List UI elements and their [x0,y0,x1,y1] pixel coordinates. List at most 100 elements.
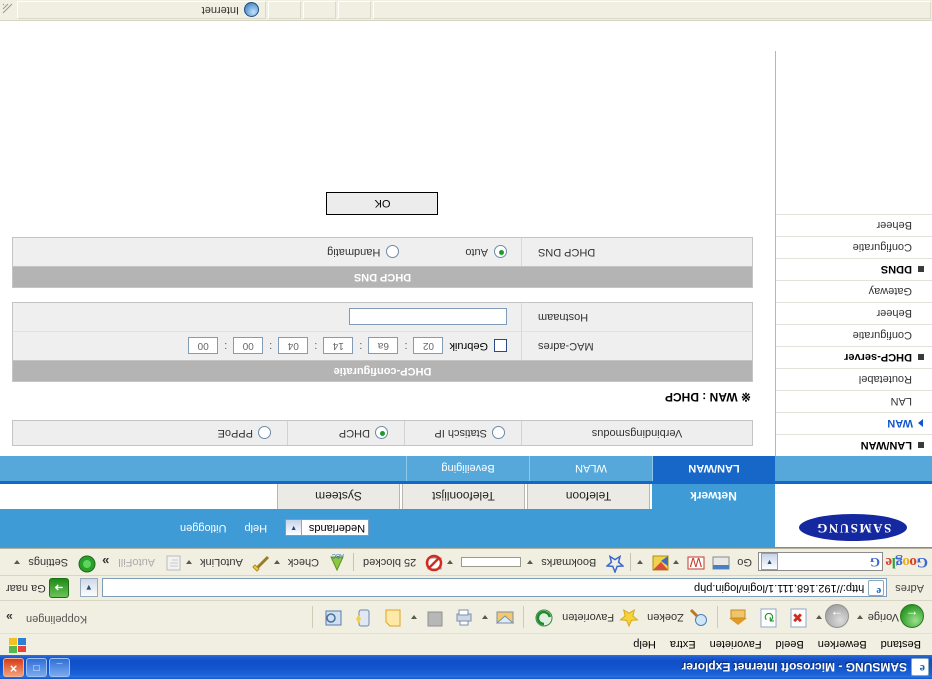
history-button[interactable] [528,604,558,630]
radio-icon[interactable] [258,426,271,440]
sidebar-item-routetabel[interactable]: Routetabel [776,368,932,390]
mac-octet-5[interactable] [233,337,264,355]
print-button[interactable] [448,604,478,630]
address-input[interactable]: http://192.168.111.1/login/login.php [101,578,888,598]
hostname-input[interactable] [349,308,507,326]
google-blocked-label[interactable]: 25 blocked [360,556,419,568]
menu-item-favorieten[interactable]: Favorieten [703,637,769,653]
google-settings-label[interactable]: Settings [25,556,71,568]
edit-dropdown-icon[interactable] [411,615,418,619]
search-button[interactable]: Zoeken [643,604,713,630]
google-check-dropdown-icon[interactable] [273,560,280,564]
tab-netwerk[interactable]: Netwerk [652,484,775,510]
back-button[interactable]: ← Vorige [853,604,928,630]
mac-octet-3[interactable] [323,337,354,355]
google-overflow-icon[interactable]: » [99,555,112,570]
google-pagerank-dropdown-icon[interactable] [447,560,454,564]
research-button[interactable] [317,604,347,630]
radio-pppoe[interactable]: PPPoE [171,421,288,445]
mail-dropdown-icon[interactable] [482,615,489,619]
radio-dns-handmatig[interactable]: Handmatig [327,245,400,259]
popup-blocker-icon[interactable] [422,551,444,573]
mac-octet-6[interactable] [188,337,219,355]
sidebar-group-label: DDNS [880,263,912,276]
forward-dropdown-icon[interactable] [815,615,822,619]
mac-octet-2[interactable] [368,337,399,355]
google-bookmarks-dropdown-icon[interactable] [527,560,534,564]
sidebar-item-ddns-configuratie[interactable]: Configuratie [776,236,932,258]
google-search-prefix: G [869,555,880,570]
sidebar-item-wan[interactable]: WAN [776,412,932,434]
menu-item-bewerken[interactable]: Bewerken [811,637,874,653]
window-title: SAMSUNG - Microsoft Internet Explorer [681,660,907,674]
stop-button[interactable]: ✖ [782,604,812,630]
menu-item-beeld[interactable]: Beeld [769,637,811,653]
home-button[interactable] [722,604,752,630]
google-settings-dropdown-icon[interactable] [14,560,21,564]
mac-use-checkbox[interactable] [494,339,507,353]
settings-icon[interactable] [74,551,96,573]
toolbar-overflow-icon[interactable]: » [6,610,13,624]
spellcheck-icon[interactable]: ABC [325,551,347,573]
tab-telefoon[interactable]: Telefoon [527,484,650,510]
mac-octet-1[interactable] [413,337,444,355]
radio-icon[interactable] [386,245,400,259]
favorites-button[interactable]: Favorieten [558,604,643,630]
maximize-button[interactable]: □ [26,658,47,677]
radio-icon-selected[interactable] [375,426,388,440]
sidebar-item-ddns-beheer[interactable]: Beheer [776,214,932,236]
radio-icon-selected[interactable] [494,245,507,259]
tab-telefoonlijst[interactable]: Telefoonlijst [402,484,525,510]
google-go-label[interactable]: Go [734,556,755,568]
refresh-button[interactable]: ↻ [752,604,782,630]
status-bar: Internet [0,0,932,21]
radio-dns-auto[interactable]: Auto [465,245,507,259]
address-dropdown-icon[interactable]: ▼ [79,578,98,598]
sidebar-item-lan[interactable]: LAN [776,390,932,412]
forward-button[interactable]: → [812,604,853,630]
new-note-button[interactable] [377,604,407,630]
sidebar-item-dhcp-configuratie[interactable]: Configuratie [776,324,932,346]
radio-dhcp[interactable]: DHCP [288,421,405,445]
go-button[interactable]: ➜ Ga naar [0,578,75,598]
subtab-lan-wan[interactable]: LAN/WAN [652,456,775,481]
back-dropdown-icon[interactable] [856,615,863,619]
google-news-icon[interactable]: W [684,551,706,573]
mail-button[interactable] [478,604,519,630]
minimize-button[interactable]: _ [49,658,70,677]
google-search-dropdown-icon[interactable]: ▼ [760,553,778,571]
chevron-down-icon[interactable]: ▼ [286,520,303,536]
google-bookmarks-label[interactable]: Bookmarks [538,556,599,568]
menu-item-help[interactable]: Help [626,637,663,653]
resize-grip-icon[interactable] [2,3,16,17]
close-button[interactable]: ✕ [3,658,24,677]
subtab-beveiliging[interactable]: Beveiliging [406,456,529,481]
autolink-icon[interactable] [249,551,271,573]
google-autolink-dropdown-icon[interactable] [186,560,193,564]
sidebar-item-dhcp-beheer[interactable]: Beheer [776,302,932,324]
google-search-input[interactable]: G ▼ [757,552,883,572]
bookmarks-star-icon[interactable] [602,551,626,575]
radio-statisch-ip[interactable]: Statisch IP [405,421,522,445]
messenger-button[interactable] [347,604,377,630]
radio-icon[interactable] [492,426,505,440]
language-select[interactable]: Nederlands ▼ [285,519,370,537]
tab-systeem[interactable]: Systeem [277,484,400,510]
menu-item-bestand[interactable]: Bestand [874,637,928,653]
links-label[interactable]: Koppelingen [26,613,87,625]
ok-button[interactable]: OK [326,192,439,215]
sidebar-item-gateway[interactable]: Gateway [776,280,932,302]
mac-octet-4[interactable] [278,337,309,355]
google-news-dropdown-icon[interactable] [673,560,680,564]
google-gmail-icon[interactable] [648,551,670,573]
menu-item-extra[interactable]: Extra [663,637,703,653]
google-gmail-dropdown-icon[interactable] [637,560,644,564]
help-link[interactable]: Help [244,522,267,534]
google-search-web-icon[interactable] [709,551,731,573]
google-check-label[interactable]: Check [285,556,322,568]
logout-link[interactable]: Uitloggen [180,522,226,534]
edit-button[interactable] [407,604,448,630]
google-autolink-label[interactable]: AutoLink [197,556,246,568]
subtab-wlan[interactable]: WLAN [529,456,652,481]
address-url-text: http://192.168.111.1/login/login.php [694,582,865,594]
